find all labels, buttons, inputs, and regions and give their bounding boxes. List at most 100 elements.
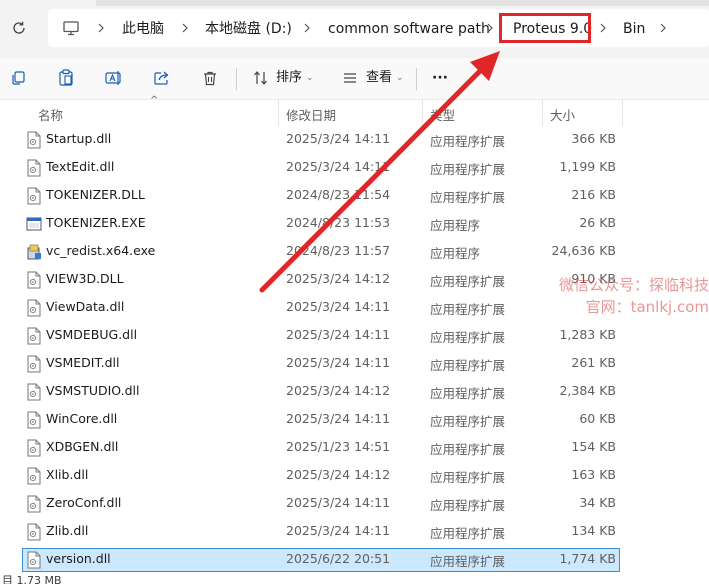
dll-file-icon	[27, 439, 41, 457]
dll-file-icon	[27, 495, 41, 513]
breadcrumb-bin[interactable]: Bin	[623, 19, 645, 39]
file-name: ViewData.dll	[46, 299, 125, 314]
chevron-right-icon[interactable]	[298, 19, 316, 37]
more-options-button[interactable]: ···	[432, 68, 448, 88]
copy-button[interactable]	[6, 66, 30, 90]
chevron-right-icon[interactable]	[481, 19, 499, 37]
file-type: 应用程序扩展	[430, 358, 506, 373]
file-name: vc_redist.x64.exe	[46, 243, 156, 258]
computer-icon[interactable]	[62, 19, 80, 37]
file-date-modified: 2025/3/24 14:11	[286, 355, 391, 370]
file-size: 134 KB	[571, 523, 616, 538]
file-size: 60 KB	[579, 411, 616, 426]
file-type: 应用程序扩展	[430, 526, 506, 541]
breadcrumb-local-disk[interactable]: 本地磁盘 (D:)	[205, 19, 292, 39]
dll-file-icon	[27, 411, 41, 429]
address-bar-region: 此电脑 本地磁盘 (D:) common software path Prote…	[0, 0, 709, 58]
column-divider[interactable]	[622, 100, 623, 126]
sort-icon	[254, 71, 267, 85]
file-date-modified: 2024/8/23 11:53	[286, 215, 391, 230]
dll-file-icon	[27, 523, 41, 541]
file-date-modified: 2025/3/24 14:11	[286, 327, 391, 342]
dll-file-icon	[27, 187, 41, 205]
file-date-modified: 2025/3/24 14:11	[286, 523, 391, 538]
paste-button[interactable]	[54, 66, 78, 90]
rename-button[interactable]	[102, 66, 126, 90]
file-row[interactable]: Startup.dll 2025/3/24 14:11 应用程序扩展 366 KB	[0, 126, 709, 154]
sort-icon-wrap[interactable]	[249, 66, 273, 90]
file-date-modified: 2024/8/23 11:54	[286, 187, 391, 202]
share-icon	[154, 71, 169, 85]
file-row[interactable]: vc_redist.x64.exe 2024/8/23 11:57 应用程序 24,6…	[0, 238, 709, 266]
status-text: 目 1.73 MB	[2, 574, 62, 584]
file-date-modified: 2025/3/24 14:11	[286, 159, 391, 174]
chevron-down-icon[interactable]: ⌄	[396, 68, 404, 88]
chevron-right-icon[interactable]	[654, 19, 672, 37]
file-name: VSMDEBUG.dll	[46, 327, 138, 342]
file-row-selected[interactable]: version.dll 2025/6/22 20:51 应用程序扩展 1,774 KB	[0, 546, 709, 574]
dll-file-icon	[27, 299, 41, 317]
view-icon-wrap[interactable]	[338, 66, 362, 90]
chevron-down-icon[interactable]: ⌄	[306, 68, 314, 88]
chevron-right-icon[interactable]	[92, 19, 110, 37]
dll-file-icon	[27, 355, 41, 373]
breadcrumb-this-pc[interactable]: 此电脑	[122, 19, 164, 39]
address-bar[interactable]: 此电脑 本地磁盘 (D:) common software path Prote…	[48, 9, 709, 47]
file-row[interactable]: TOKENIZER.EXE 2024/8/23 11:53 应用程序 26 KB	[0, 210, 709, 238]
dll-file-icon	[27, 383, 41, 401]
file-type: 应用程序	[430, 246, 481, 261]
file-row[interactable]: ViewData.dll 2025/3/24 14:11 应用程序扩展	[0, 294, 709, 322]
file-row[interactable]: VIEW3D.DLL 2025/3/24 14:12 应用程序扩展 910 KB	[0, 266, 709, 294]
file-row[interactable]: TextEdit.dll 2025/3/24 14:11 应用程序扩展 1,199 K…	[0, 154, 709, 182]
file-type: 应用程序扩展	[430, 386, 506, 401]
dll-file-icon	[27, 467, 41, 485]
window-top-strip	[96, 0, 709, 6]
file-row[interactable]: Zlib.dll 2025/3/24 14:11 应用程序扩展 134 KB	[0, 518, 709, 546]
file-name: VIEW3D.DLL	[46, 271, 124, 286]
file-row[interactable]: VSMEDIT.dll 2025/3/24 14:11 应用程序扩展 261 KB	[0, 350, 709, 378]
breadcrumb-common-software-path[interactable]: common software path	[328, 19, 490, 39]
file-name: ZeroConf.dll	[46, 495, 122, 510]
file-name: VSMEDIT.dll	[46, 355, 120, 370]
file-row[interactable]: ZeroConf.dll 2025/3/24 14:11 应用程序扩展 34 KB	[0, 490, 709, 518]
file-row[interactable]: VSMSTUDIO.dll 2025/3/24 14:12 应用程序扩展 2,384 …	[0, 378, 709, 406]
file-row[interactable]: Xlib.dll 2025/3/24 14:12 应用程序扩展 163 KB	[0, 462, 709, 490]
file-date-modified: 2025/3/24 14:12	[286, 467, 391, 482]
chevron-right-icon[interactable]	[176, 19, 194, 37]
rename-icon	[105, 71, 121, 85]
toolbar-divider	[416, 68, 417, 90]
column-divider[interactable]	[278, 100, 279, 126]
file-row[interactable]: XDBGEN.dll 2025/1/23 14:51 应用程序扩展 154 KB	[0, 434, 709, 462]
file-size: 910 KB	[571, 271, 616, 286]
view-button[interactable]: 查看	[366, 68, 392, 88]
delete-button[interactable]	[198, 66, 222, 90]
column-divider[interactable]	[422, 100, 423, 126]
column-header-type[interactable]: 类型	[430, 105, 455, 124]
column-header-date[interactable]: 修改日期	[286, 105, 336, 124]
file-size: 261 KB	[571, 355, 616, 370]
column-header-row: 名称 ^ 修改日期 类型 大小	[0, 95, 709, 126]
dll-file-icon	[27, 131, 41, 149]
chevron-right-icon[interactable]	[594, 19, 612, 37]
column-header-name[interactable]: 名称	[38, 105, 63, 124]
column-header-size[interactable]: 大小	[550, 105, 575, 124]
file-size: 1,774 KB	[559, 551, 616, 566]
file-row[interactable]: WinCore.dll 2025/3/24 14:11 应用程序扩展 60 KB	[0, 406, 709, 434]
file-type: 应用程序扩展	[430, 414, 506, 429]
refresh-button[interactable]	[6, 15, 32, 41]
file-row[interactable]: TOKENIZER.DLL 2024/8/23 11:54 应用程序扩展 216 KB	[0, 182, 709, 210]
dll-file-icon	[27, 159, 41, 177]
dll-file-icon	[27, 271, 41, 289]
file-size: 1,283 KB	[559, 327, 616, 342]
command-toolbar: 排序 ⌄ 查看 ⌄ ···	[0, 58, 709, 100]
sort-button[interactable]: 排序	[276, 68, 302, 88]
file-date-modified: 2025/3/24 14:12	[286, 271, 391, 286]
file-size: 1,199 KB	[559, 159, 616, 174]
file-type: 应用程序扩展	[430, 330, 506, 345]
file-name: Xlib.dll	[46, 467, 89, 482]
share-button[interactable]	[150, 66, 174, 90]
file-type: 应用程序扩展	[430, 162, 506, 177]
column-divider[interactable]	[542, 100, 543, 126]
file-type: 应用程序扩展	[430, 442, 506, 457]
file-row[interactable]: VSMDEBUG.dll 2025/3/24 14:11 应用程序扩展 1,283 K…	[0, 322, 709, 350]
